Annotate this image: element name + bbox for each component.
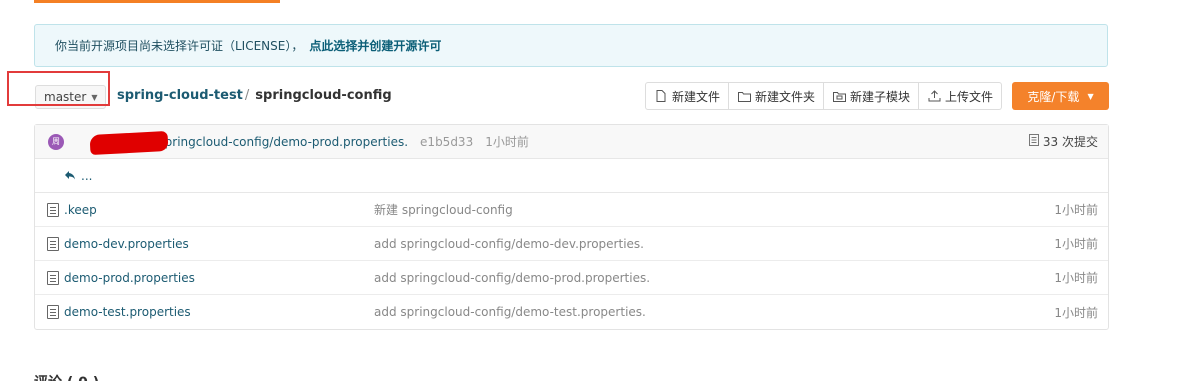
file-commit-message[interactable]: 新建 springcloud-config xyxy=(374,201,513,218)
table-row[interactable]: .keep 新建 springcloud-config 1小时前 xyxy=(35,193,1108,227)
breadcrumb-separator: / xyxy=(244,88,250,103)
file-commit-message[interactable]: add springcloud-config/demo-prod.propert… xyxy=(374,271,650,285)
new-submodule-button[interactable]: 新建子模块 xyxy=(824,82,920,110)
new-file-label: 新建文件 xyxy=(672,89,721,104)
create-license-link[interactable]: 点此选择并创建开源许可 xyxy=(309,37,441,54)
breadcrumb-repo-link[interactable]: spring-cloud-test xyxy=(117,88,243,103)
commits-icon xyxy=(1028,134,1039,149)
table-row[interactable]: demo-dev.properties add springcloud-conf… xyxy=(35,227,1108,261)
avatar[interactable]: 周 xyxy=(48,133,64,150)
file-name-link[interactable]: demo-dev.properties xyxy=(64,237,189,251)
commit-count-label: 33 次提交 xyxy=(1042,135,1098,149)
clone-download-label: 克隆/下载 xyxy=(1027,89,1080,104)
file-commit-message[interactable]: add springcloud-config/demo-test.propert… xyxy=(374,305,646,319)
file-time: 1小时前 xyxy=(1054,305,1098,320)
upload-file-button[interactable]: 上传文件 xyxy=(919,82,1003,110)
file-time: 1小时前 xyxy=(1054,271,1098,285)
parent-dir-row[interactable]: ... xyxy=(35,159,1108,193)
breadcrumb: spring-cloud-test / springcloud-config xyxy=(117,88,392,103)
commit-hash-link[interactable]: e1b5d33 xyxy=(420,135,473,149)
commit-time: 1小时前 xyxy=(485,135,529,149)
active-tab-underline xyxy=(34,0,280,3)
file-name-link[interactable]: .keep xyxy=(64,203,97,217)
table-row[interactable]: demo-test.properties add springcloud-con… xyxy=(35,295,1108,329)
file-icon xyxy=(47,203,59,217)
file-time: 1小时前 xyxy=(1054,237,1098,251)
breadcrumb-current-dir: springcloud-config xyxy=(255,88,392,103)
reply-arrow-icon xyxy=(64,169,76,183)
file-toolbar: 新建文件 新建文件夹 新建子模块 上传文件 xyxy=(645,82,1003,110)
upload-icon xyxy=(927,90,941,102)
new-submodule-label: 新建子模块 xyxy=(850,89,911,104)
caret-down-icon: ▼ xyxy=(1087,91,1094,101)
file-icon xyxy=(47,237,59,251)
new-file-button[interactable]: 新建文件 xyxy=(645,82,730,110)
file-list: 周 add springcloud-config/demo-prod.prope… xyxy=(34,124,1109,330)
table-row[interactable]: demo-prod.properties add springcloud-con… xyxy=(35,261,1108,295)
file-icon xyxy=(47,305,59,319)
commit-message-link[interactable]: add springcloud-config/demo-prod.propert… xyxy=(132,135,408,149)
comments-heading: 评论 ( 0 ) xyxy=(34,372,99,381)
file-time: 1小时前 xyxy=(1054,203,1098,217)
license-notice-text: 你当前开源项目尚未选择许可证（LICENSE）， xyxy=(55,39,304,53)
parent-dir-label: ... xyxy=(81,168,93,183)
submodule-icon xyxy=(832,91,846,102)
upload-file-label: 上传文件 xyxy=(945,89,994,104)
commit-count-link[interactable]: 33 次提交 xyxy=(1028,133,1098,150)
annotation-highlight-box xyxy=(7,71,110,106)
file-commit-message[interactable]: add springcloud-config/demo-dev.properti… xyxy=(374,237,644,251)
file-icon xyxy=(47,271,59,285)
file-icon xyxy=(654,90,668,102)
new-folder-button[interactable]: 新建文件夹 xyxy=(729,82,825,110)
folder-icon xyxy=(737,91,751,102)
latest-commit-row: 周 add springcloud-config/demo-prod.prope… xyxy=(35,125,1108,159)
redaction-mark xyxy=(89,130,169,156)
file-name-link[interactable]: demo-prod.properties xyxy=(64,271,195,285)
file-name-link[interactable]: demo-test.properties xyxy=(64,305,191,319)
clone-download-button[interactable]: 克隆/下载 ▼ xyxy=(1012,82,1109,110)
new-folder-label: 新建文件夹 xyxy=(755,89,816,104)
license-notice: 你当前开源项目尚未选择许可证（LICENSE）， 点此选择并创建开源许可 xyxy=(34,24,1108,67)
